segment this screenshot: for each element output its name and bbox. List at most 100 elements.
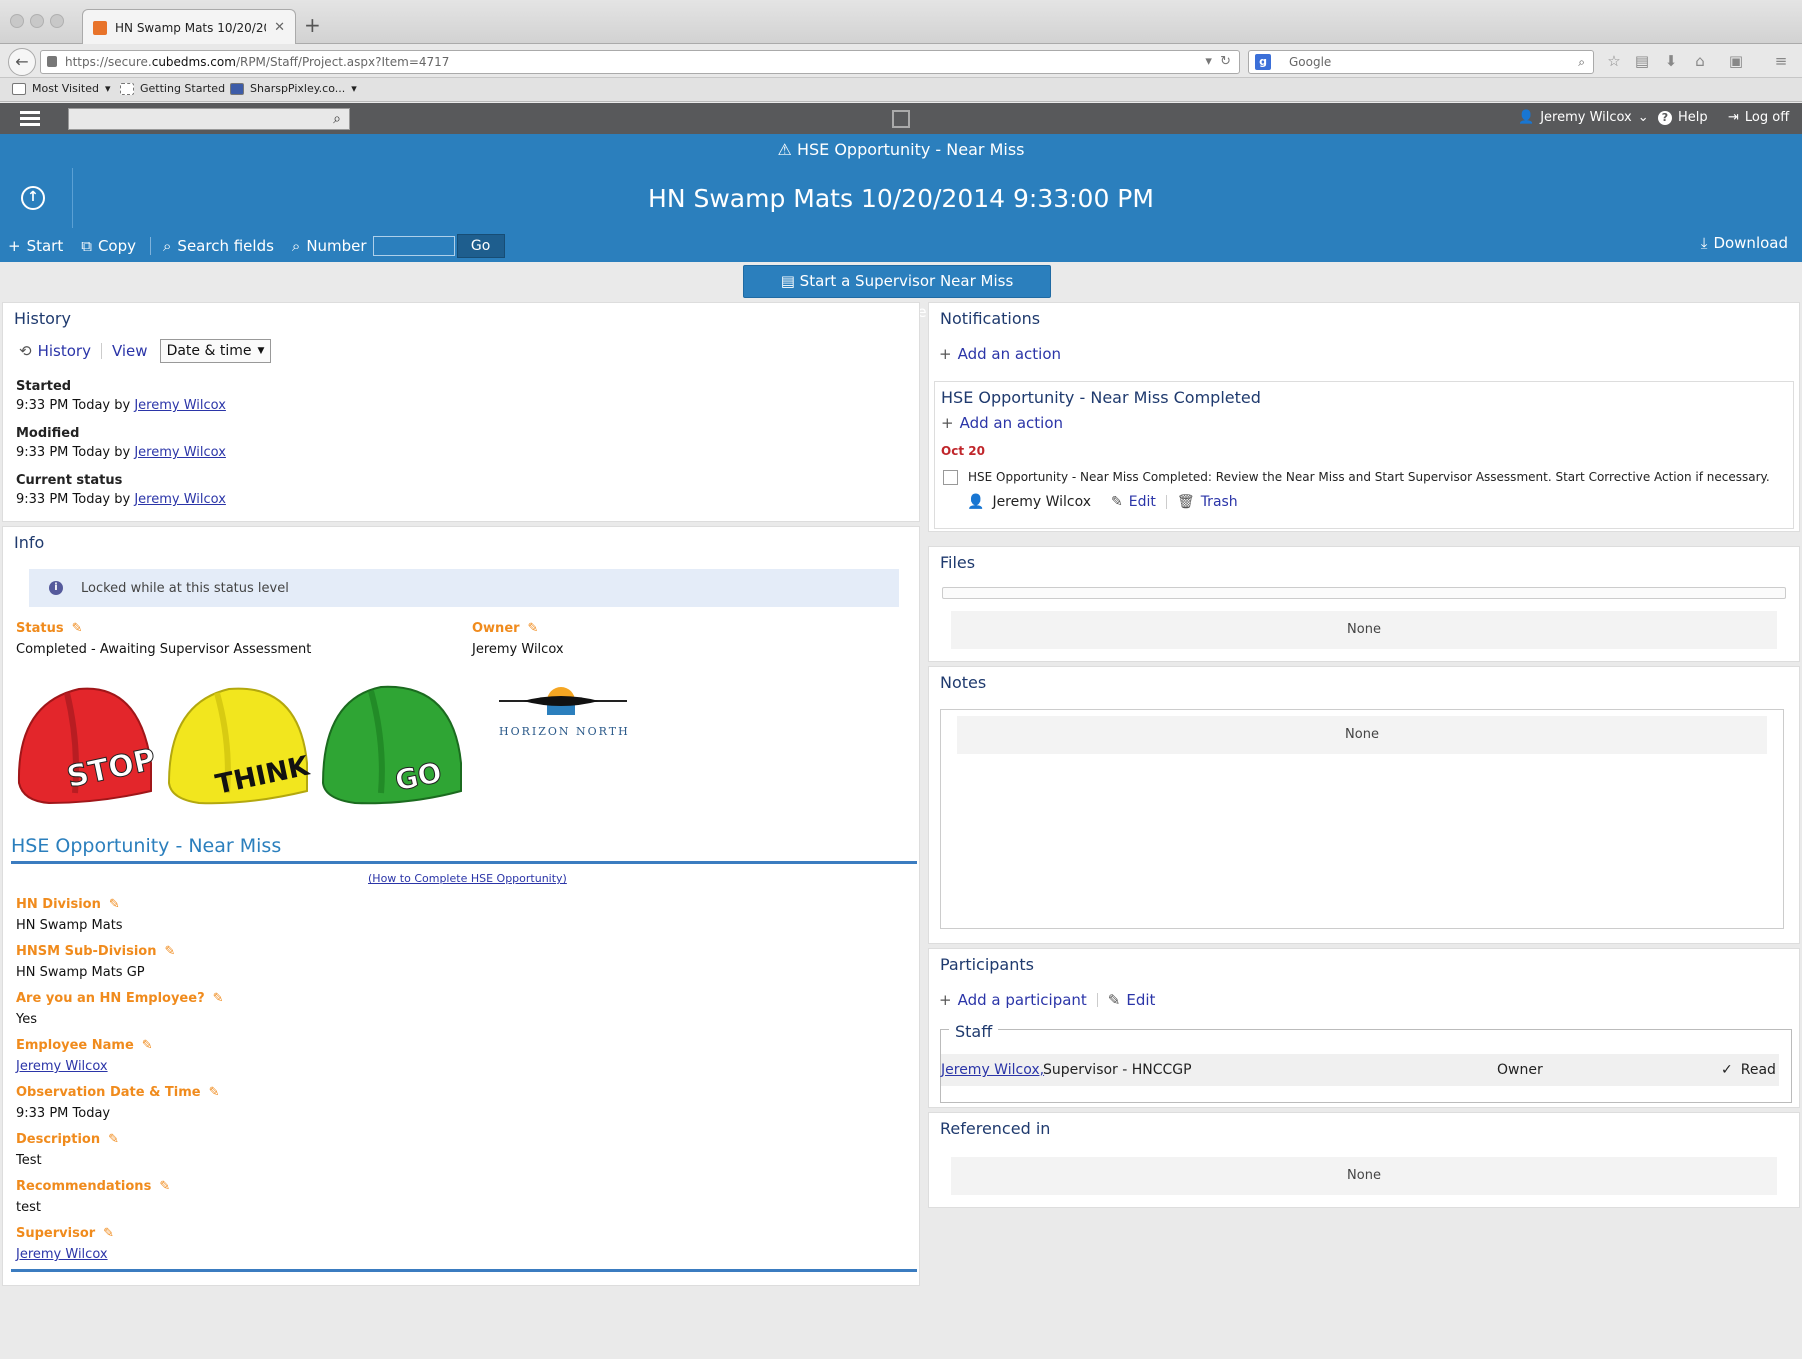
search-fields-button[interactable]: ⌕ Search fields bbox=[163, 237, 274, 255]
red-helmet: STOP bbox=[17, 687, 159, 805]
field-value[interactable]: Jeremy Wilcox bbox=[16, 1059, 153, 1074]
address-bar[interactable]: https://secure.cubedms.com/RPM/Staff/Pro… bbox=[40, 50, 1240, 74]
web-search-box[interactable]: g Google ⌕ bbox=[1248, 50, 1594, 74]
user-icon: 👤 bbox=[967, 494, 985, 510]
logoff-link[interactable]: ⇥ Log off bbox=[1728, 110, 1789, 125]
sort-select[interactable]: Date & time ▼ bbox=[159, 339, 272, 363]
field-label: Supervisor bbox=[16, 1226, 96, 1241]
history-user-link[interactable]: Jeremy Wilcox bbox=[134, 445, 226, 460]
help-label: Help bbox=[1678, 110, 1708, 125]
logo-text: HORIZON NORTH bbox=[499, 725, 630, 737]
field-label: Employee Name bbox=[16, 1038, 134, 1053]
pencil-icon[interactable]: ✎ bbox=[108, 1132, 119, 1147]
history-heading: History bbox=[14, 309, 71, 328]
field-label: Description bbox=[16, 1132, 101, 1147]
search-icon: ⌕ bbox=[291, 237, 301, 255]
field-label: HN Division bbox=[16, 897, 101, 912]
pencil-icon[interactable]: ✎ bbox=[528, 621, 539, 636]
edit-participants-link[interactable]: ✎ Edit bbox=[1108, 991, 1156, 1009]
edit-task-link[interactable]: ✎ Edit bbox=[1111, 494, 1156, 510]
notes-none: None bbox=[957, 716, 1767, 754]
downloads-icon[interactable]: ⬇ bbox=[1662, 52, 1680, 70]
referenced-none: None bbox=[951, 1157, 1777, 1195]
hamburger-menu-icon[interactable] bbox=[20, 111, 40, 126]
bookmark-most-visited[interactable]: Most Visited ▾ bbox=[12, 82, 110, 95]
add-participant-link[interactable]: + Add a participant bbox=[939, 991, 1087, 1009]
notification-group-title: HSE Opportunity - Near Miss Completed bbox=[941, 388, 1261, 407]
reading-list-icon[interactable]: ▤ bbox=[1633, 52, 1651, 70]
browser-tab[interactable]: HN Swamp Mats 10/20/2014... ✕ bbox=[82, 9, 296, 45]
bookmark-sharsp[interactable]: SharspPixley.co... ▾ bbox=[230, 82, 357, 95]
copy-button[interactable]: ⧉ Copy bbox=[81, 237, 152, 255]
status-field: Status ✎ Completed - Awaiting Supervisor … bbox=[16, 621, 311, 657]
history-entry-label: Modified bbox=[16, 426, 80, 441]
window-minimize-dot[interactable] bbox=[30, 14, 44, 28]
edit-label: Edit bbox=[1128, 494, 1156, 510]
plus-icon: + bbox=[941, 414, 954, 432]
plus-icon: + bbox=[939, 991, 952, 1009]
notification-group: HSE Opportunity - Near Miss Completed + A… bbox=[934, 381, 1794, 529]
chevron-down-icon: ▼ bbox=[257, 346, 265, 356]
form-field: Are you an HN Employee? ✎ Yes bbox=[16, 991, 224, 1027]
view-link[interactable]: View bbox=[112, 342, 148, 360]
history-user-link[interactable]: Jeremy Wilcox bbox=[134, 492, 226, 507]
menu-icon[interactable]: ≡ bbox=[1772, 52, 1790, 70]
web-search-placeholder: Google bbox=[1289, 55, 1332, 69]
pencil-icon[interactable]: ✎ bbox=[109, 897, 120, 912]
how-to-link[interactable]: (How to Complete HSE Opportunity) bbox=[368, 872, 567, 885]
chevron-down-icon: ▾ bbox=[104, 82, 111, 95]
window-close-dot[interactable] bbox=[10, 14, 24, 28]
bookmark-star-icon[interactable]: ☆ bbox=[1605, 52, 1623, 70]
pencil-icon[interactable]: ✎ bbox=[159, 1179, 170, 1194]
field-value[interactable]: Jeremy Wilcox bbox=[16, 1247, 114, 1262]
status-label: Status bbox=[16, 621, 64, 636]
app-logo-icon[interactable] bbox=[892, 110, 910, 128]
notifications-panel: Notifications + Add an action HSE Opportu… bbox=[928, 302, 1800, 532]
pencil-icon[interactable]: ✎ bbox=[209, 1085, 220, 1100]
search-icon[interactable]: ⌕ bbox=[1578, 51, 1585, 73]
back-arrow-icon[interactable]: ← bbox=[8, 48, 36, 76]
download-button[interactable]: ⤓ Download bbox=[1701, 234, 1788, 252]
notes-box[interactable]: None bbox=[940, 709, 1784, 929]
file-drop-bar[interactable] bbox=[942, 587, 1786, 599]
go-button[interactable]: Go bbox=[456, 234, 505, 258]
app-search-input[interactable]: ⌕ bbox=[68, 108, 350, 130]
user-menu[interactable]: 👤 Jeremy Wilcox ⌄ bbox=[1518, 110, 1649, 125]
pencil-icon[interactable]: ✎ bbox=[72, 621, 83, 636]
download-icon: ⤓ bbox=[1700, 234, 1708, 252]
history-user-link[interactable]: Jeremy Wilcox bbox=[134, 398, 226, 413]
form-field: Employee Name ✎ Jeremy Wilcox bbox=[16, 1038, 153, 1074]
history-link[interactable]: History bbox=[38, 342, 91, 360]
reload-icon[interactable]: ▾ ↻ bbox=[1205, 51, 1231, 73]
pencil-icon[interactable]: ✎ bbox=[164, 944, 175, 959]
close-tab-icon[interactable]: ✕ bbox=[274, 20, 285, 35]
window-zoom-dot[interactable] bbox=[50, 14, 64, 28]
participants-toolbar: + Add a participant ✎ Edit bbox=[939, 991, 1155, 1009]
number-input[interactable] bbox=[372, 236, 455, 256]
lock-icon bbox=[47, 56, 57, 67]
task-checkbox[interactable] bbox=[943, 470, 958, 485]
pencil-icon[interactable]: ✎ bbox=[213, 991, 224, 1006]
addon-icon[interactable]: ▣ bbox=[1727, 52, 1745, 70]
copy-label: Copy bbox=[97, 237, 137, 255]
search-icon[interactable]: ⌕ bbox=[333, 109, 341, 129]
bookmark-getting-started[interactable]: Getting Started bbox=[120, 82, 225, 95]
add-action-link[interactable]: + Add an action bbox=[941, 414, 1063, 432]
home-icon[interactable]: ⌂ bbox=[1691, 52, 1709, 70]
pencil-icon[interactable]: ✎ bbox=[142, 1038, 153, 1053]
pencil-icon[interactable]: ✎ bbox=[103, 1226, 114, 1241]
start-button[interactable]: + Start bbox=[8, 237, 63, 255]
add-action-link[interactable]: + Add an action bbox=[939, 345, 1061, 363]
url-path: /RPM/Staff/Project.aspx?Item=4717 bbox=[235, 55, 450, 69]
helmets-image: STOP THINK GO bbox=[17, 685, 462, 805]
trash-task-link[interactable]: 🗑 Trash bbox=[1177, 494, 1238, 510]
horizon-north-logo: HORIZON NORTH bbox=[499, 687, 630, 737]
task-text: HSE Opportunity - Near Miss Completed: R… bbox=[968, 470, 1770, 484]
warning-icon: ⚠ bbox=[777, 140, 792, 159]
info-heading: Info bbox=[14, 533, 45, 552]
help-link[interactable]: ? Help bbox=[1658, 110, 1708, 125]
bookmark-label: Getting Started bbox=[140, 82, 226, 95]
participant-name-link[interactable]: Jeremy Wilcox, bbox=[941, 1054, 1044, 1086]
new-tab-icon[interactable]: + bbox=[304, 13, 321, 37]
start-assessment-button[interactable]: ▤ Start a Supervisor Near Miss Assessmen… bbox=[743, 265, 1051, 321]
